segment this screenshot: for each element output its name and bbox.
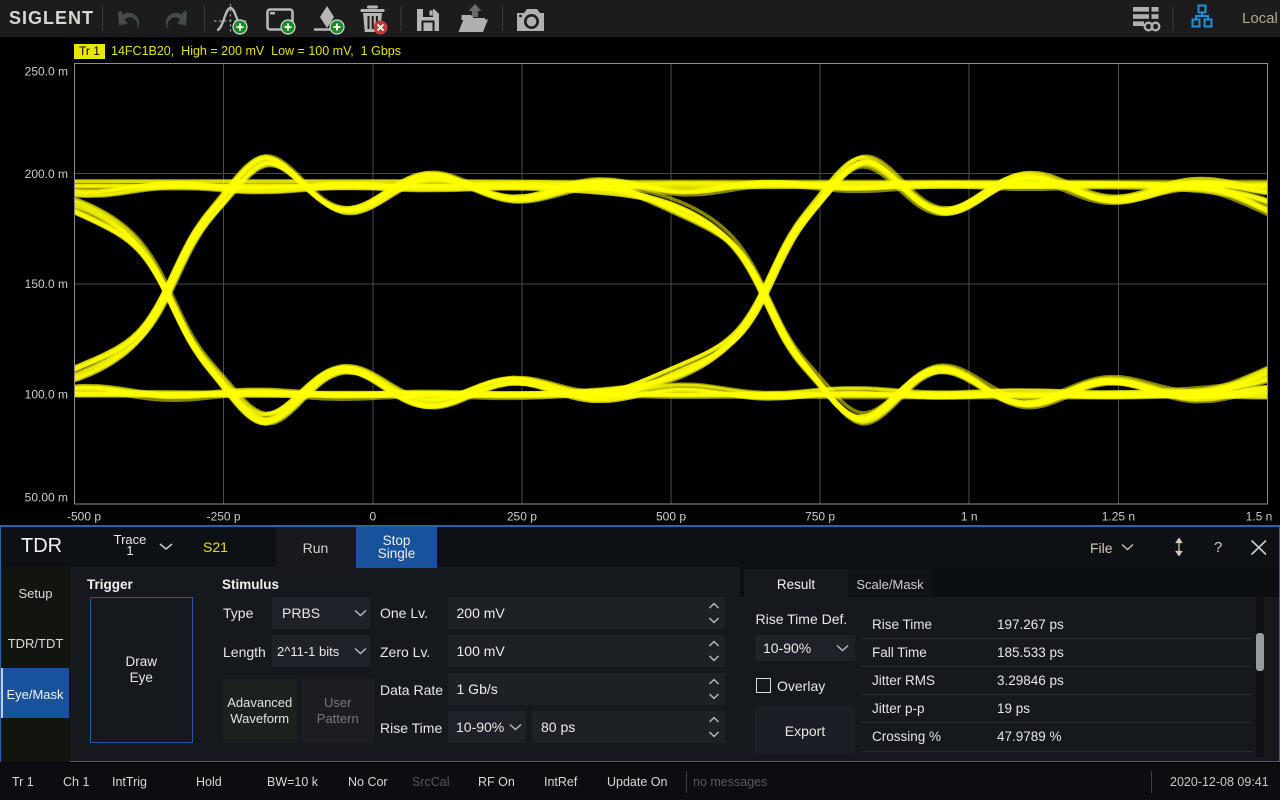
svg-text:-500 p: -500 p bbox=[67, 510, 101, 524]
svg-text:-250 p: -250 p bbox=[207, 510, 241, 524]
svg-text:250 p: 250 p bbox=[507, 510, 537, 524]
svg-text:1.25 n: 1.25 n bbox=[1102, 510, 1135, 524]
svg-text:1.5 n: 1.5 n bbox=[1246, 510, 1273, 524]
svg-text:500 p: 500 p bbox=[656, 510, 686, 524]
svg-text:750 p: 750 p bbox=[805, 510, 835, 524]
svg-text:150.0 m: 150.0 m bbox=[25, 277, 68, 291]
svg-text:200.0 m: 200.0 m bbox=[25, 167, 68, 181]
svg-text:250.0 m: 250.0 m bbox=[25, 65, 68, 79]
svg-text:100.0 m: 100.0 m bbox=[25, 387, 68, 401]
svg-text:1 n: 1 n bbox=[961, 510, 978, 524]
svg-text:50.00 m: 50.00 m bbox=[25, 491, 68, 505]
svg-text:0: 0 bbox=[369, 510, 376, 524]
